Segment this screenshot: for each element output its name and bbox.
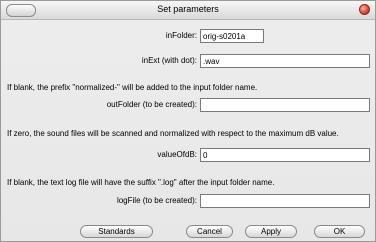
logfile-row: logFile (to be created): <box>1 194 376 209</box>
apply-button[interactable]: Apply <box>245 225 297 238</box>
cancel-button[interactable]: Cancel <box>186 225 233 238</box>
valueofdb-field[interactable]: 0 <box>200 148 370 162</box>
ok-button[interactable]: OK <box>314 225 365 238</box>
infolder-field[interactable]: orig-s0201a <box>200 29 264 43</box>
infolder-label: inFolder: <box>165 31 197 40</box>
outfolder-field[interactable] <box>200 98 370 112</box>
inext-label: inExt (with dot): <box>141 56 197 65</box>
close-button[interactable] <box>359 4 370 15</box>
outfolder-row: outFolder (to be created): <box>1 98 376 113</box>
valueofdb-note: If zero, the sound files will be scanned… <box>7 129 339 138</box>
outfolder-label: outFolder (to be created): <box>106 100 197 109</box>
valueofdb-label: valueOfdB: <box>157 150 197 159</box>
logfile-note: If blank, the text log file will have th… <box>7 178 275 187</box>
outfolder-note: If blank, the prefix "normalized-" will … <box>7 83 258 92</box>
window-title: Set parameters <box>157 4 219 14</box>
title-bar[interactable]: Set parameters <box>1 1 375 20</box>
logfile-field[interactable] <box>200 194 370 208</box>
valueofdb-row: valueOfdB: 0 <box>1 148 376 163</box>
dialog-window: Set parameters inFolder: orig-s0201a inE… <box>0 0 376 242</box>
inext-row: inExt (with dot): .wav <box>1 54 376 69</box>
inext-field[interactable]: .wav <box>200 54 370 68</box>
standards-button[interactable]: Standards <box>80 225 153 238</box>
infolder-row: inFolder: orig-s0201a <box>1 29 376 44</box>
logfile-label: logFile (to be created): <box>116 196 197 205</box>
